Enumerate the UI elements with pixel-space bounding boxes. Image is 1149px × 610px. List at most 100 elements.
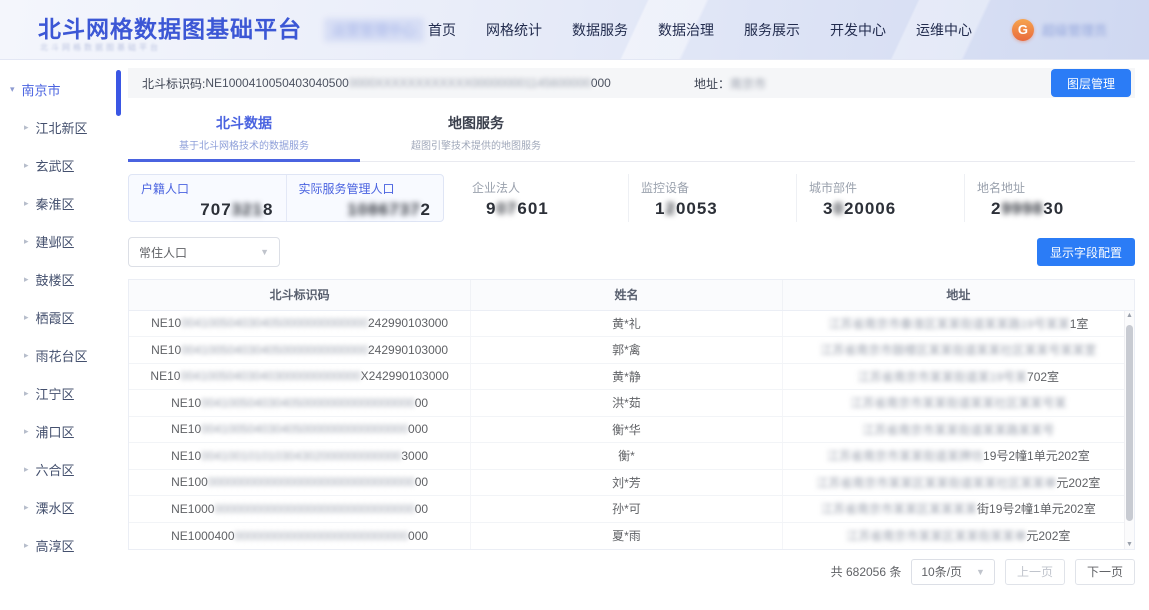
beidou-code-label: 北斗标识码: [142, 75, 205, 92]
code-redacted: 0000000000000000000000000000000 [208, 475, 415, 489]
table-row[interactable]: NE10004100504030403000000000000X24299010… [129, 363, 1134, 390]
table-row[interactable]: NE10004100504030405000000000000024299010… [129, 310, 1134, 337]
service-tabs: 北斗数据 基于北斗网格技术的数据服务 地图服务 超图引擎技术提供的地图服务 [128, 106, 1135, 162]
code-redacted: 000000000000000000000000000000 [214, 502, 414, 516]
sidebar-item-qinhuai[interactable]: ▸ 秦淮区 [0, 184, 122, 222]
tab-title: 北斗数据 [128, 113, 360, 133]
stat-value-pre: 9 [486, 199, 496, 218]
code-post: 242990103000 [368, 343, 448, 357]
caret-right-icon: ▸ [24, 388, 29, 399]
tab-beidou-data[interactable]: 北斗数据 基于北斗网格技术的数据服务 [128, 106, 360, 161]
sidebar-item-jiangbei[interactable]: ▸ 江北新区 [0, 108, 122, 146]
tab-map-service[interactable]: 地图服务 超图引擎技术提供的地图服务 [360, 106, 592, 161]
table-row[interactable]: NE100000000000000000000000000000000000 刘… [129, 469, 1134, 496]
next-page-button[interactable]: 下一页 [1075, 559, 1135, 585]
sidebar-item-gaochun[interactable]: ▸ 高淳区 [0, 526, 122, 564]
field-config-button[interactable]: 显示字段配置 [1037, 238, 1135, 266]
cell-beidou-code: NE10004100504030405000000000000024299010… [129, 310, 471, 337]
stat-value-redacted: 07 [496, 199, 517, 218]
sidebar-item-label: 江宁区 [36, 384, 75, 403]
sidebar-item-gulou[interactable]: ▸ 鼓楼区 [0, 260, 122, 298]
stat-value-redacted: 1086737 [347, 200, 420, 219]
nav-item-data-service[interactable]: 数据服务 [572, 20, 628, 40]
sidebar-item-nanjing[interactable]: ▾ 南京市 [0, 70, 122, 108]
caret-right-icon: ▸ [24, 160, 29, 171]
table-row[interactable]: NE100041005040304050000000000000000000 洪… [129, 390, 1134, 417]
cell-address: 江苏省南京市某某街道某某社区某某号某 [782, 390, 1134, 417]
table-row[interactable]: NE100041001010103043020000000000003000 衡… [129, 443, 1134, 470]
district-tree-sidebar: ▾ 南京市 ▸ 江北新区 ▸ 玄武区 ▸ 秦淮区 ▸ 建邺区 ▸ 鼓楼区 ▸ 栖… [0, 60, 122, 610]
address-redacted: 江苏省南京市某某街道某牌坊 [827, 449, 983, 463]
nav-item-home[interactable]: 首页 [428, 20, 456, 40]
nav-item-dev-center[interactable]: 开发中心 [830, 20, 886, 40]
sidebar-item-luhe[interactable]: ▸ 六合区 [0, 450, 122, 488]
scroll-down-icon[interactable]: ▼ [1125, 541, 1134, 548]
stat-value-pre: 1 [655, 199, 665, 218]
sidebar-item-label: 雨花台区 [36, 346, 88, 365]
table-row[interactable]: NE100041005040304050000000000000000000 衡… [129, 416, 1134, 443]
sidebar-item-jianye[interactable]: ▸ 建邺区 [0, 222, 122, 260]
table-row[interactable]: NE10004100504030405000000000000024299010… [129, 337, 1134, 364]
prev-page-button[interactable]: 上一页 [1005, 559, 1065, 585]
column-header-beidou-code: 北斗标识码 [129, 280, 471, 310]
code-redacted: 00000000000000000000000000 [235, 529, 409, 543]
nav-item-data-governance[interactable]: 数据治理 [658, 20, 714, 40]
sidebar-item-label: 栖霞区 [36, 308, 75, 327]
table-row[interactable]: NE100040000000000000000000000000000000 夏… [129, 522, 1134, 549]
code-redacted: 0041005040304050000000000000 [181, 316, 368, 330]
cell-address: 江苏省南京市某某街道某牌坊19号2幢1单元202室 [782, 443, 1134, 470]
code-pre: NE10 [150, 369, 180, 383]
sidebar-item-jiangning[interactable]: ▸ 江宁区 [0, 374, 122, 412]
sidebar-item-lishui[interactable]: ▸ 溧水区 [0, 488, 122, 526]
nav-item-grid-stats[interactable]: 网格统计 [486, 20, 542, 40]
caret-down-icon: ▾ [10, 84, 15, 95]
code-redacted: 00410050403040500000000000000000 [201, 396, 415, 410]
cell-name: 黄*静 [471, 363, 783, 390]
table-row[interactable]: NE100000000000000000000000000000000000 孙… [129, 496, 1134, 523]
address-post: 702室 [1027, 370, 1059, 384]
caret-right-icon: ▸ [24, 502, 29, 513]
caret-right-icon: ▸ [24, 312, 29, 323]
table-header-row: 北斗标识码 姓名 地址 [129, 280, 1134, 310]
scroll-up-icon[interactable]: ▲ [1125, 312, 1134, 319]
sidebar-item-yuhuatai[interactable]: ▸ 雨花台区 [0, 336, 122, 374]
sidebar-item-qixia[interactable]: ▸ 栖霞区 [0, 298, 122, 336]
caret-right-icon: ▸ [24, 464, 29, 475]
sidebar-item-label: 秦淮区 [36, 194, 75, 213]
sidebar-scrollbar-thumb[interactable] [116, 70, 121, 116]
page-size-select[interactable]: 10条/页 ▼ [911, 559, 995, 585]
app-header: 北斗网格数据图基础平台 北斗网格数据图基础平台 运营管理中心 首页 网格统计 数… [0, 0, 1149, 60]
nav-item-service-display[interactable]: 服务展示 [744, 20, 800, 40]
address-post: 元202室 [1056, 476, 1100, 490]
tab-subtitle: 基于北斗网格技术的数据服务 [128, 137, 360, 152]
address-redacted: 江苏省南京市某某街道某某社区某某号某 [850, 396, 1066, 410]
code-pre: NE10 [171, 422, 201, 436]
sidebar-item-label: 高淳区 [36, 536, 75, 555]
cell-name: 黄*礼 [471, 310, 783, 337]
address-label: 地址： [694, 75, 730, 92]
cell-beidou-code: NE100000000000000000000000000000000000 [129, 496, 471, 523]
column-header-address: 地址 [782, 280, 1134, 310]
sidebar-item-pukou[interactable]: ▸ 浦口区 [0, 412, 122, 450]
sidebar-item-label: 鼓楼区 [36, 270, 75, 289]
pagination-bar: 共 682056 条 10条/页 ▼ 上一页 下一页 [128, 559, 1135, 585]
stat-value: 7073218 [141, 200, 274, 220]
code-redacted: 0041005040304050000000000000000 [201, 422, 408, 436]
code-pre: NE10 [151, 316, 181, 330]
layer-management-button[interactable]: 图层管理 [1051, 69, 1131, 97]
stat-value-redacted: 2 [665, 199, 675, 218]
table-scrollbar-thumb[interactable] [1126, 325, 1133, 521]
stat-label: 实际服务管理人口 [299, 180, 432, 197]
code-post: 000 [408, 422, 428, 436]
stat-value-post: 0053 [676, 199, 718, 218]
stat-value: 907601 [472, 199, 616, 219]
population-type-select[interactable]: 常住人口 ▼ [128, 237, 280, 267]
nav-item-ops-center[interactable]: 运维中心 [916, 20, 972, 40]
stat-monitoring-devices: 监控设备 120053 [628, 174, 796, 222]
cell-beidou-code: NE10004100504030403000000000000X24299010… [129, 363, 471, 390]
main-content: 北斗标识码: NE1000410050403040500 0000XXXXXXX… [122, 60, 1149, 610]
user-role-badge[interactable]: G 超级管理员 [1012, 19, 1107, 41]
sidebar-item-xuanwu[interactable]: ▸ 玄武区 [0, 146, 122, 184]
table-scrollbar[interactable]: ▲ ▼ [1124, 311, 1134, 549]
beidou-code-value-pre: NE1000410050403040500 [205, 76, 348, 90]
